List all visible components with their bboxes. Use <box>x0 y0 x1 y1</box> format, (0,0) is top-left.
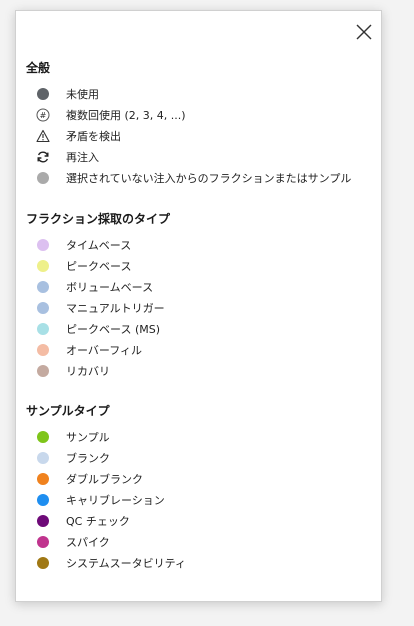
legend-item-label: ボリュームベース <box>66 280 154 294</box>
legend-item: システムスータビリティ <box>26 552 366 573</box>
legend-item: # 複数回使用 (2, 3, 4, ...) <box>26 104 366 125</box>
color-dot-icon <box>34 169 52 187</box>
legend-item-label: 矛盾を検出 <box>66 129 121 143</box>
legend-item-label: サンプル <box>66 430 110 444</box>
color-dot-icon <box>37 430 49 443</box>
legend-item: サンプル <box>26 426 366 447</box>
legend-item: 再注入 <box>26 146 366 167</box>
legend-item-label: ダブルブランク <box>66 472 143 486</box>
color-dot-icon <box>37 514 49 527</box>
legend-item-label: QC チェック <box>66 514 130 528</box>
legend-item-label: オーバーフィル <box>66 343 143 357</box>
color-dot-icon <box>37 238 49 251</box>
refresh-icon <box>34 148 52 166</box>
legend-item: スパイク <box>26 531 366 552</box>
color-dot-icon <box>34 428 52 446</box>
color-dot-icon <box>34 341 52 359</box>
legend-item: オーバーフィル <box>26 339 366 360</box>
close-icon[interactable] <box>353 21 375 43</box>
legend-item: キャリブレーション <box>26 489 366 510</box>
legend-item: ボリュームベース <box>26 276 366 297</box>
legend-item-label: リカバリ <box>66 364 110 378</box>
color-dot-icon <box>34 533 52 551</box>
section-title: 全般 <box>26 61 51 75</box>
legend-item: マニュアルトリガー <box>26 297 366 318</box>
legend-item: 未使用 <box>26 83 366 104</box>
legend-item-label: 再注入 <box>66 150 99 164</box>
legend-item-label: スパイク <box>66 535 110 549</box>
color-dot-icon <box>34 491 52 509</box>
color-dot-icon <box>37 87 49 100</box>
legend-item: 選択されていない注入からのフラクションまたはサンプル <box>26 167 366 188</box>
color-dot-icon <box>37 472 49 485</box>
legend-item-label: キャリブレーション <box>66 493 165 507</box>
color-dot-icon <box>34 320 52 338</box>
color-dot-icon <box>34 554 52 572</box>
legend-item: ピークベース <box>26 255 366 276</box>
color-dot-icon <box>37 280 49 293</box>
legend-item: QC チェック <box>26 510 366 531</box>
section-sample-type: サンプルタイプ サンプルブランクダブルブランクキャリブレーション QC チェックス… <box>26 404 366 573</box>
legend-item-label: ピークベース <box>66 259 132 273</box>
legend-item-label: タイムベース <box>66 238 132 252</box>
color-dot-icon <box>34 85 52 103</box>
section-title: フラクション採取のタイプ <box>26 212 171 226</box>
legend-item: 矛盾を検出 <box>26 125 366 146</box>
color-dot-icon <box>34 257 52 275</box>
warning-icon <box>34 127 52 145</box>
legend-item: タイムベース <box>26 234 366 255</box>
legend-item-label: 未使用 <box>66 87 99 101</box>
color-dot-icon <box>34 362 52 380</box>
color-dot-icon <box>37 493 49 506</box>
color-dot-icon <box>37 364 49 377</box>
legend-item-label: ピークベース (MS) <box>66 322 161 336</box>
section-title: サンプルタイプ <box>26 404 110 418</box>
color-dot-icon <box>34 236 52 254</box>
color-dot-icon <box>34 512 52 530</box>
section-general: 全般 未使用 # 複数回使用 (2, 3, 4, ...) 矛盾を検出再注入選択されて… <box>26 61 366 188</box>
svg-text:#: # <box>40 111 47 120</box>
hash-circle-icon: # <box>34 106 52 124</box>
color-dot-icon <box>37 301 49 314</box>
color-dot-icon <box>34 278 52 296</box>
legend-item-label: システムスータビリティ <box>66 556 187 570</box>
section-fraction-collection-type: フラクション採取のタイプ タイムベース ピークベースボリュームベース マニュアルトリ… <box>26 212 366 381</box>
legend-item: リカバリ <box>26 360 366 381</box>
color-dot-icon <box>34 449 52 467</box>
legend-panel: 全般 未使用 # 複数回使用 (2, 3, 4, ...) 矛盾を検出再注入選択されて… <box>15 10 382 602</box>
color-dot-icon <box>37 343 49 356</box>
legend-item-label: 選択されていない注入からのフラクションまたはサンプル <box>66 171 352 185</box>
color-dot-icon <box>37 535 49 548</box>
legend-item-label: 複数回使用 (2, 3, 4, ...) <box>66 108 186 122</box>
legend-item: ピークベース (MS) <box>26 318 366 339</box>
legend-item: ダブルブランク <box>26 468 366 489</box>
color-dot-icon <box>37 171 49 184</box>
color-dot-icon <box>37 451 49 464</box>
color-dot-icon <box>37 556 49 569</box>
color-dot-icon <box>37 259 49 272</box>
legend-item-label: マニュアルトリガー <box>66 301 165 315</box>
color-dot-icon <box>37 322 49 335</box>
legend-item-label: ブランク <box>66 451 110 465</box>
legend-item: ブランク <box>26 447 366 468</box>
color-dot-icon <box>34 470 52 488</box>
color-dot-icon <box>34 299 52 317</box>
